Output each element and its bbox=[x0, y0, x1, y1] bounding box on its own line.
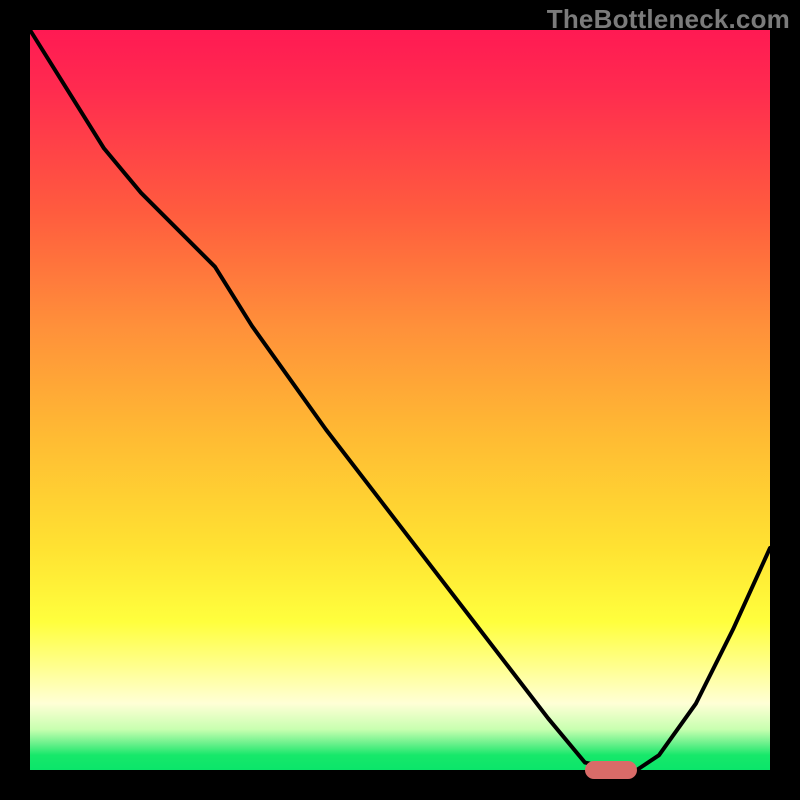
optimum-marker bbox=[585, 761, 637, 779]
plot-area bbox=[30, 30, 770, 770]
chart-frame: TheBottleneck.com bbox=[0, 0, 800, 800]
bottleneck-curve bbox=[30, 30, 770, 770]
